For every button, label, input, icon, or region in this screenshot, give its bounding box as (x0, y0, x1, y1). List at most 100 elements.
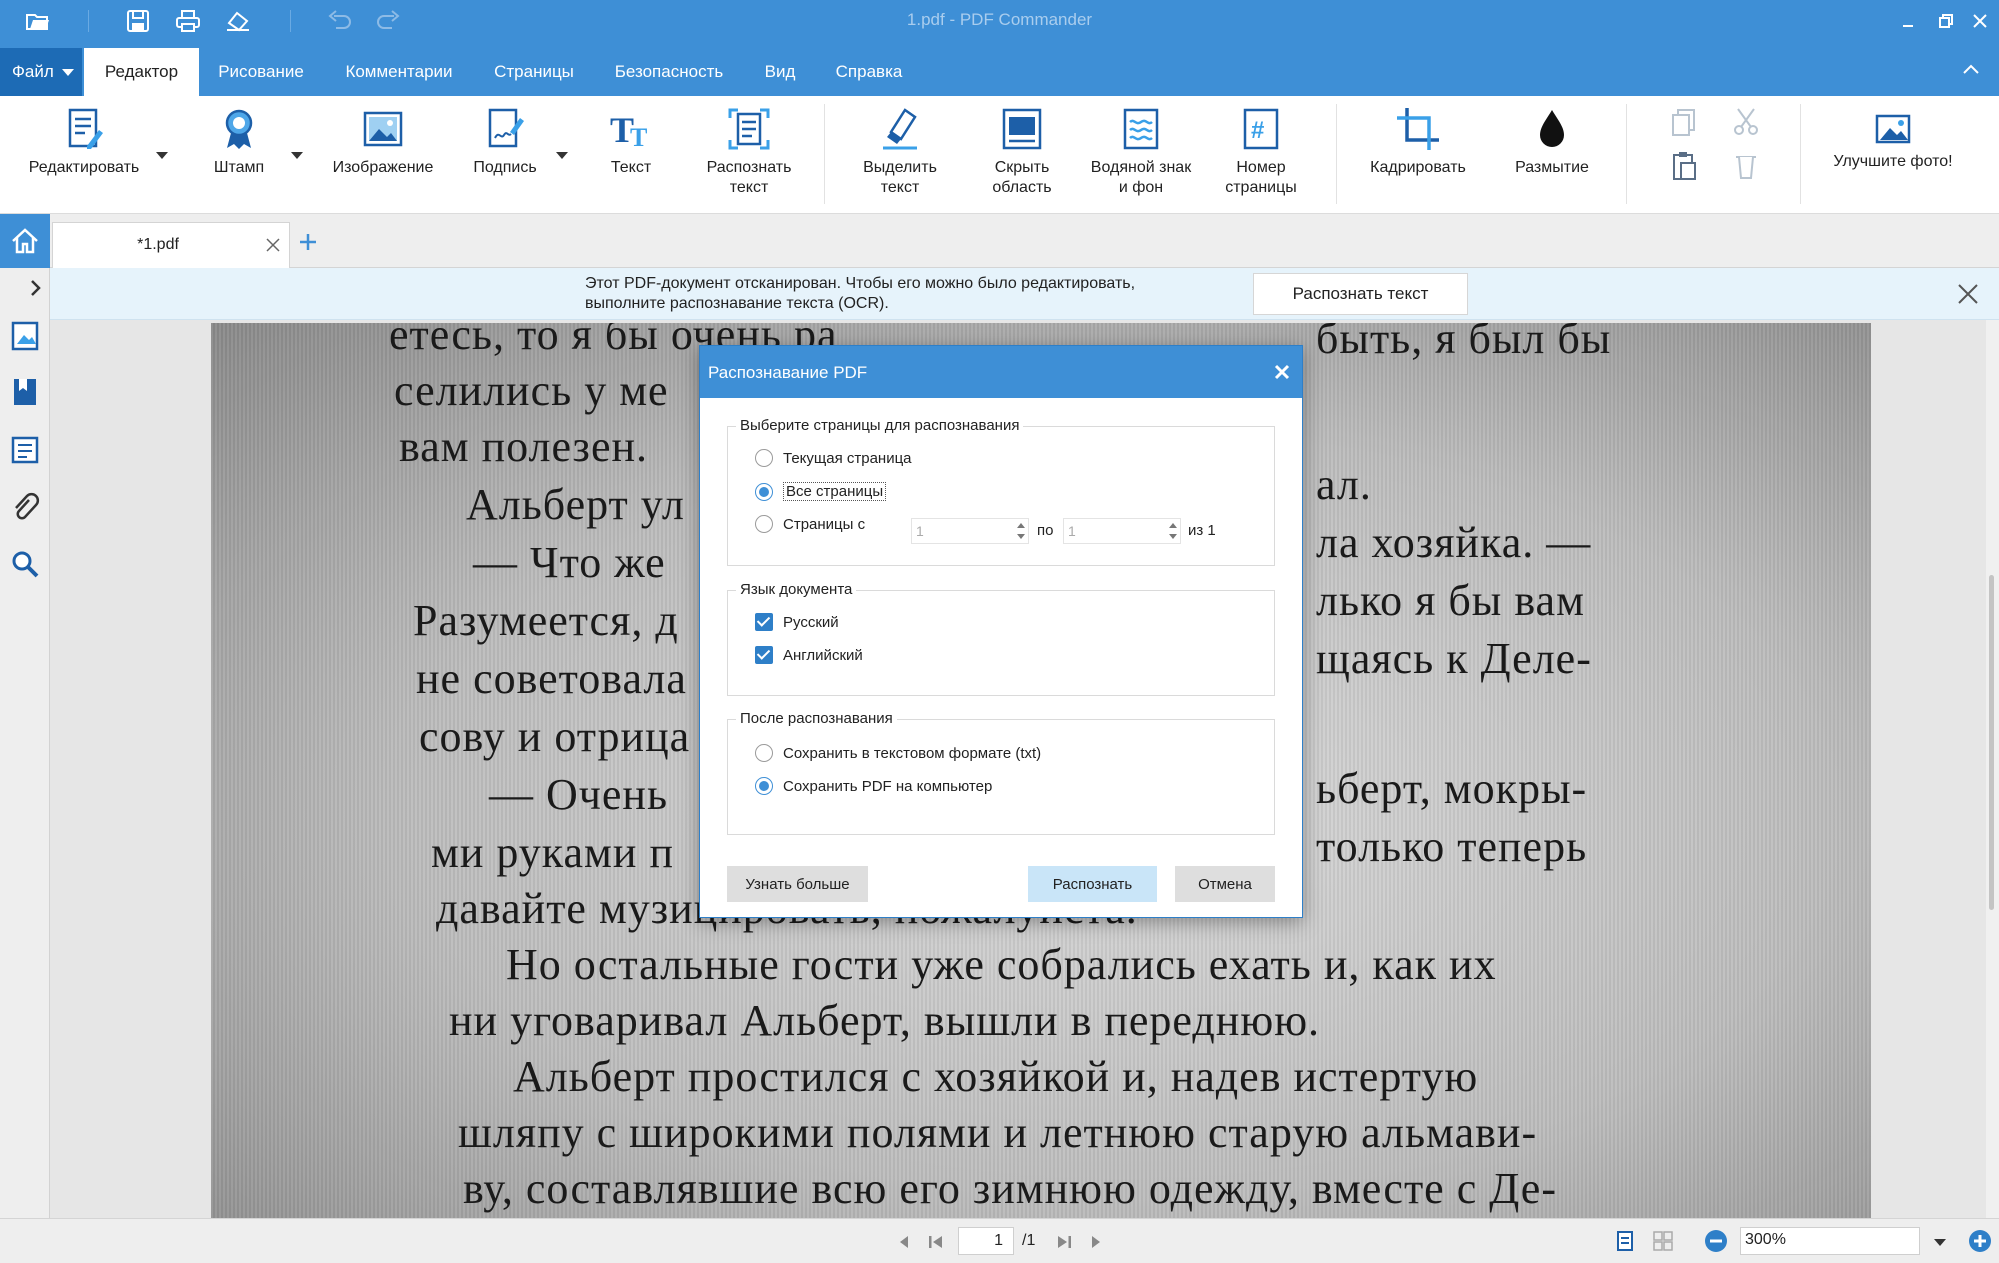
radio-page-range[interactable]: Страницы с (755, 515, 865, 533)
zoom-in-icon[interactable] (1968, 1229, 1992, 1253)
checkbox-checked[interactable] (755, 646, 773, 664)
close-notice-icon[interactable] (1955, 281, 1981, 307)
close-window-icon[interactable] (1966, 8, 1994, 34)
add-tab-icon[interactable] (296, 230, 320, 254)
zoom-level-select[interactable]: 300% (1740, 1227, 1920, 1255)
checkbox-checked[interactable] (755, 613, 773, 631)
checkbox-english[interactable]: Английский (755, 646, 863, 664)
photo-icon (1875, 114, 1911, 144)
restore-icon[interactable] (1932, 8, 1960, 34)
first-page-icon[interactable] (926, 1232, 946, 1252)
radio-button[interactable] (755, 777, 773, 795)
radio-all-pages-label: Все страницы (783, 482, 887, 501)
blur-drop-icon (1540, 110, 1564, 147)
blur-button[interactable]: Размытие (1500, 106, 1604, 178)
file-menu-button[interactable]: Файл (0, 48, 82, 96)
chevron-right-icon[interactable] (26, 278, 46, 298)
radio-button[interactable] (755, 515, 773, 533)
stepper-down-icon[interactable] (1169, 534, 1177, 539)
document-tab[interactable]: *1.pdf (52, 222, 290, 269)
crop-button[interactable]: Кадрировать (1360, 106, 1476, 178)
radio-save-pdf[interactable]: Сохранить PDF на компьютер (755, 777, 992, 795)
stepper-up-icon[interactable] (1017, 523, 1025, 528)
chevron-down-icon[interactable] (1934, 1239, 1946, 1246)
highlight-text-button[interactable]: Выделить текст (840, 106, 960, 198)
next-page-icon[interactable] (1086, 1232, 1106, 1252)
minimize-icon[interactable] (1894, 8, 1922, 34)
edit-button[interactable]: Редактировать (18, 106, 150, 178)
recognize-button[interactable]: Распознать (1028, 866, 1157, 902)
tab-drawing[interactable]: Рисование (205, 48, 317, 96)
radio-all-pages[interactable]: Все страницы (755, 482, 887, 501)
recognize-text-button[interactable]: Распознать текст (690, 106, 808, 198)
cut-icon[interactable] (1730, 106, 1762, 138)
signature-button[interactable]: Подпись (460, 106, 550, 178)
scrollbar-thumb[interactable] (1989, 575, 1994, 910)
radio-current-page[interactable]: Текущая страница (755, 449, 912, 467)
checkbox-russian[interactable]: Русский (755, 613, 839, 631)
search-icon[interactable] (9, 548, 41, 580)
stepper-down-icon[interactable] (1017, 534, 1025, 539)
stepper-up-icon[interactable] (1169, 523, 1177, 528)
hide-area-button[interactable]: Скрыть область (972, 106, 1072, 198)
tab-pages[interactable]: Страницы (480, 48, 588, 96)
page-thumbnails-icon[interactable] (9, 320, 41, 352)
comments-list-icon[interactable] (9, 434, 41, 466)
current-page-input[interactable]: 1 (958, 1227, 1014, 1255)
range-to-stepper[interactable]: 1 (1063, 518, 1181, 544)
range-from-stepper[interactable]: 1 (911, 518, 1029, 544)
zoom-out-icon[interactable] (1704, 1229, 1728, 1253)
ocr-notice-line: выполните распознавание текста (OCR). (585, 295, 889, 312)
radio-button[interactable] (755, 449, 773, 467)
tab-comments[interactable]: Комментарии (330, 48, 468, 96)
attachment-icon[interactable] (9, 492, 41, 524)
chevron-up-icon[interactable] (1957, 56, 1985, 84)
vertical-scrollbar[interactable] (1986, 320, 1999, 1218)
text-button[interactable]: TT Текст (590, 106, 672, 178)
close-dialog-icon[interactable] (1272, 362, 1292, 382)
improve-photo-button[interactable]: Улучшите фото! (1820, 114, 1966, 172)
page-text-line: быть, я был бы (1316, 323, 1612, 363)
tab-editor[interactable]: Редактор (84, 48, 199, 96)
recognize-text-notice-button[interactable]: Распознать текст (1253, 273, 1468, 315)
watermark-button[interactable]: Водяной знак и фон (1082, 106, 1200, 198)
ocr-icon (728, 108, 770, 150)
chevron-down-icon (61, 68, 74, 76)
radio-save-txt[interactable]: Сохранить в текстовом формате (txt) (755, 744, 1041, 762)
stamp-button[interactable]: Штамп (196, 106, 282, 178)
previous-page-icon[interactable] (894, 1232, 914, 1252)
chevron-down-icon[interactable] (556, 152, 568, 159)
last-page-icon[interactable] (1054, 1232, 1074, 1252)
page-text-line: лько я бы вам (1316, 576, 1585, 625)
page-number-button[interactable]: # Номер страницы (1212, 106, 1310, 198)
copy-icon[interactable] (1668, 106, 1700, 138)
tab-security[interactable]: Безопасность (600, 48, 738, 96)
chevron-down-icon[interactable] (156, 152, 168, 159)
learn-more-button[interactable]: Узнать больше (727, 866, 868, 902)
range-of-label: из 1 (1188, 522, 1216, 539)
paste-icon[interactable] (1668, 150, 1700, 182)
document-tab-name: *1.pdf (137, 236, 179, 253)
dialog-title: Распознавание PDF (700, 346, 1302, 398)
chevron-down-icon[interactable] (291, 152, 303, 159)
page-text-line: Разумеется, д (413, 596, 679, 645)
document-tabs: *1.pdf (50, 214, 1999, 269)
image-button[interactable]: Изображение (322, 106, 444, 178)
cancel-button[interactable]: Отмена (1175, 866, 1275, 902)
close-tab-icon[interactable] (263, 235, 283, 255)
tab-view[interactable]: Вид (750, 48, 810, 96)
page-text-line: Альберт ул (466, 480, 685, 529)
home-icon[interactable] (0, 214, 50, 268)
radio-button[interactable] (755, 482, 773, 501)
pages-group: Выберите страницы для распознавания Теку… (727, 417, 1275, 566)
range-from-value: 1 (916, 523, 924, 539)
tab-help[interactable]: Справка (822, 48, 916, 96)
grid-view-icon[interactable] (1652, 1230, 1674, 1252)
page-text-line: шляпу с широкими полями и летнюю старую … (458, 1108, 1538, 1157)
bookmarks-icon[interactable] (9, 376, 41, 408)
radio-button[interactable] (755, 744, 773, 762)
delete-icon[interactable] (1730, 150, 1762, 182)
ocr-notice-text: Этот PDF-документ отсканирован. Чтобы ег… (585, 274, 1135, 314)
stamp-label: Штамп (213, 159, 265, 176)
single-page-view-icon[interactable] (1614, 1230, 1636, 1252)
